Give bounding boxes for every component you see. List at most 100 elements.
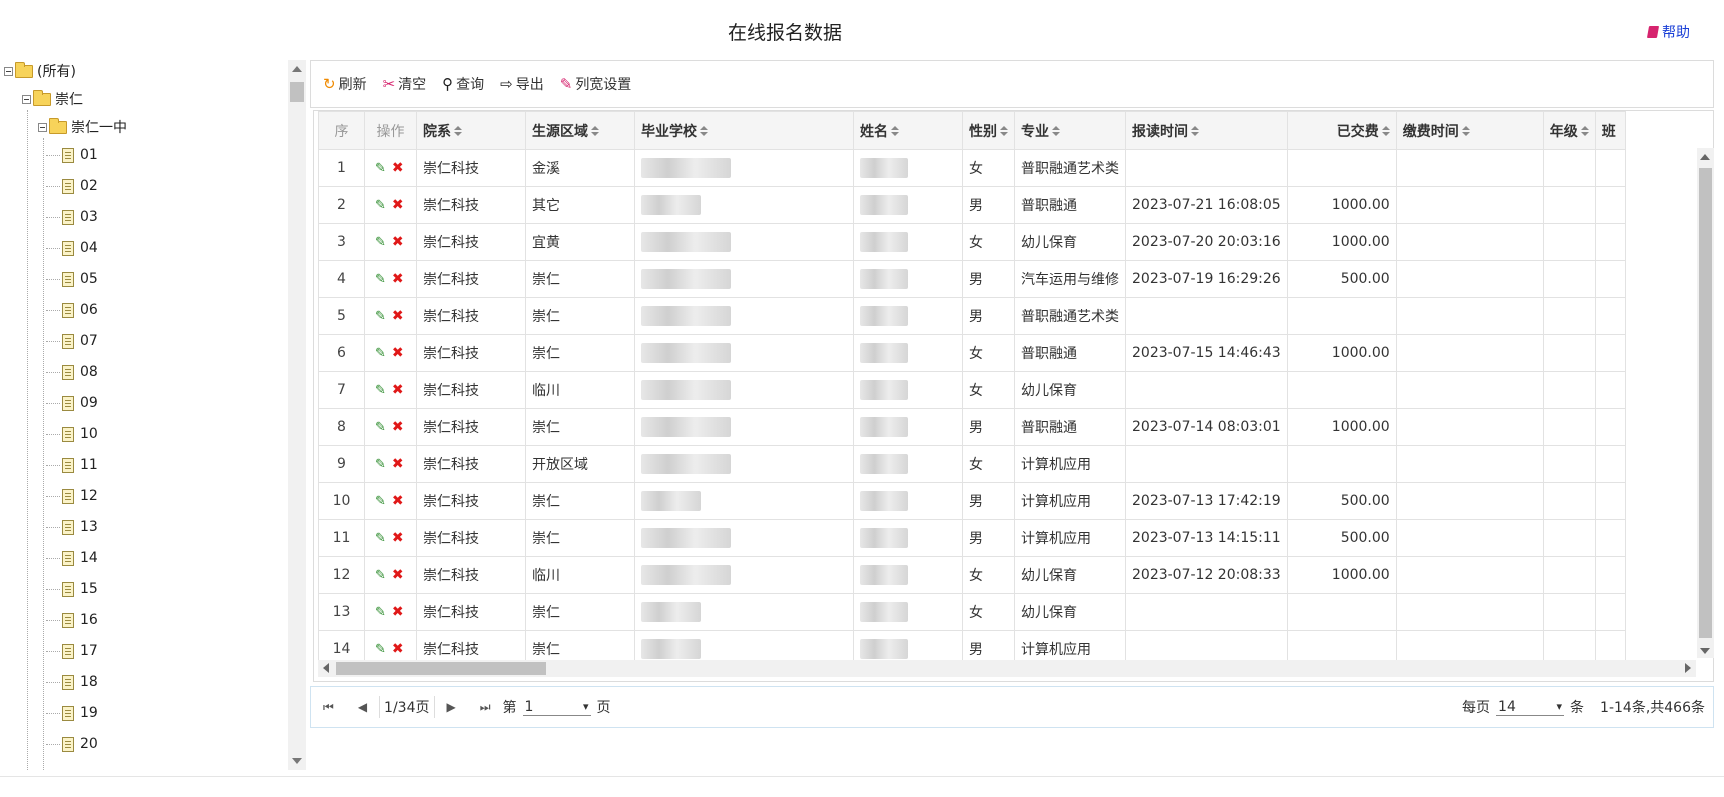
delete-icon[interactable]: ✖ bbox=[392, 345, 404, 361]
help-link[interactable]: 帮助 bbox=[1646, 22, 1690, 42]
tree-node-class[interactable]: 13 bbox=[46, 516, 98, 538]
tree-node-class[interactable]: 02 bbox=[46, 175, 98, 197]
edit-icon[interactable]: ✎ bbox=[375, 235, 386, 250]
grid-horizontal-scrollbar[interactable] bbox=[318, 660, 1696, 677]
tree-node-class[interactable]: 08 bbox=[46, 361, 98, 383]
tree-node-class[interactable]: 16 bbox=[46, 609, 98, 631]
scroll-down-icon[interactable] bbox=[292, 758, 302, 764]
delete-icon[interactable]: ✖ bbox=[392, 530, 404, 546]
edit-icon[interactable]: ✎ bbox=[375, 161, 386, 176]
col-header-region[interactable]: 生源区域 bbox=[525, 111, 635, 150]
edit-icon[interactable]: ✎ bbox=[375, 198, 386, 213]
scroll-down-icon[interactable] bbox=[1700, 648, 1710, 654]
col-header-grade[interactable]: 年级 bbox=[1542, 111, 1596, 150]
delete-icon[interactable]: ✖ bbox=[392, 160, 404, 176]
tree-node-class[interactable]: 15 bbox=[46, 578, 98, 600]
delete-icon[interactable]: ✖ bbox=[392, 197, 404, 213]
table-row[interactable]: 6 ✎ ✖ 崇仁科技 崇仁女普职融通 2023-07-15 14:46:43 1000.00 bbox=[318, 334, 1626, 372]
edit-icon[interactable]: ✎ bbox=[375, 494, 386, 509]
edit-icon[interactable]: ✎ bbox=[375, 346, 386, 361]
tree-node-root[interactable]: (所有) bbox=[4, 60, 76, 82]
col-header-pay-time[interactable]: 缴费时间 bbox=[1395, 111, 1544, 150]
table-row[interactable]: 2 ✎ ✖ 崇仁科技 其它男普职融通 2023-07-21 16:08:05 1000.00 bbox=[318, 186, 1626, 224]
tree-node-class[interactable]: 04 bbox=[46, 237, 98, 259]
tree-node-class[interactable]: 19 bbox=[46, 702, 98, 724]
grid-vertical-scrollbar[interactable] bbox=[1697, 148, 1714, 658]
delete-icon[interactable]: ✖ bbox=[392, 382, 404, 398]
scroll-right-icon[interactable] bbox=[1685, 663, 1691, 673]
query-button[interactable]: ⚲ 查询 bbox=[442, 74, 484, 94]
collapse-icon[interactable] bbox=[4, 66, 13, 76]
delete-icon[interactable]: ✖ bbox=[392, 271, 404, 287]
delete-icon[interactable]: ✖ bbox=[392, 456, 404, 472]
table-row[interactable]: 3 ✎ ✖ 崇仁科技 宜黄女幼儿保育 2023-07-20 20:03:16 1000.00 bbox=[318, 223, 1626, 261]
clear-button[interactable]: ✂ 清空 bbox=[383, 74, 427, 94]
scroll-left-icon[interactable] bbox=[323, 663, 329, 673]
per-page-select[interactable]: 14 ▾ bbox=[1496, 699, 1565, 716]
tree-node-class[interactable]: 03 bbox=[46, 206, 98, 228]
edit-icon[interactable]: ✎ bbox=[375, 309, 386, 324]
first-page-icon[interactable]: ⏮ bbox=[323, 700, 334, 715]
export-button[interactable]: ⇨ 导出 bbox=[500, 74, 544, 94]
prev-page-icon[interactable]: ◀ bbox=[358, 700, 367, 714]
table-row[interactable]: 12 ✎ ✖ 崇仁科技 临川女幼儿保育 2023-07-12 20:08:33 1000.0… bbox=[318, 556, 1626, 594]
tree-node-class[interactable]: 06 bbox=[46, 299, 98, 321]
table-row[interactable]: 8 ✎ ✖ 崇仁科技 崇仁男普职融通 2023-07-14 08:03:01 1000.00 bbox=[318, 408, 1626, 446]
scroll-up-icon[interactable] bbox=[1700, 154, 1710, 160]
tree-node-class[interactable]: 01 bbox=[46, 144, 98, 166]
delete-icon[interactable]: ✖ bbox=[392, 604, 404, 620]
delete-icon[interactable]: ✖ bbox=[392, 493, 404, 509]
collapse-icon[interactable] bbox=[38, 122, 47, 132]
edit-icon[interactable]: ✎ bbox=[375, 457, 386, 472]
edit-icon[interactable]: ✎ bbox=[375, 272, 386, 287]
edit-icon[interactable]: ✎ bbox=[375, 568, 386, 583]
tree-node-level2[interactable]: 崇仁一中 bbox=[38, 116, 127, 138]
refresh-button[interactable]: ↻ 刷新 bbox=[323, 74, 367, 94]
delete-icon[interactable]: ✖ bbox=[392, 234, 404, 250]
table-row[interactable]: 4 ✎ ✖ 崇仁科技 崇仁男汽车运用与维修 2023-07-19 16:29:26 500.… bbox=[318, 260, 1626, 298]
scroll-thumb[interactable] bbox=[1699, 168, 1712, 638]
edit-icon[interactable]: ✎ bbox=[375, 383, 386, 398]
tree-node-level1[interactable]: 崇仁 bbox=[22, 88, 83, 110]
delete-icon[interactable]: ✖ bbox=[392, 641, 404, 657]
table-row[interactable]: 13 ✎ ✖ 崇仁科技 崇仁女幼儿保育 bbox=[318, 593, 1626, 631]
col-header-gender[interactable]: 性别 bbox=[962, 111, 1015, 150]
column-width-button[interactable]: ✎ 列宽设置 bbox=[560, 74, 632, 94]
edit-icon[interactable]: ✎ bbox=[375, 531, 386, 546]
last-page-icon[interactable]: ⏭ bbox=[480, 700, 491, 715]
tree-node-class[interactable]: 11 bbox=[46, 454, 98, 476]
tree-node-class[interactable]: 09 bbox=[46, 392, 98, 414]
table-row[interactable]: 9 ✎ ✖ 崇仁科技 开放区域女计算机应用 bbox=[318, 445, 1626, 483]
table-row[interactable]: 1 ✎ ✖ 崇仁科技 金溪女普职融通艺术类 bbox=[318, 149, 1626, 187]
tree-node-class[interactable]: 17 bbox=[46, 640, 98, 662]
table-row[interactable]: 11 ✎ ✖ 崇仁科技 崇仁男计算机应用 2023-07-13 14:15:11 500.0… bbox=[318, 519, 1626, 557]
table-row[interactable]: 7 ✎ ✖ 崇仁科技 临川女幼儿保育 bbox=[318, 371, 1626, 409]
tree-node-class[interactable]: 20 bbox=[46, 733, 98, 755]
table-row[interactable]: 10 ✎ ✖ 崇仁科技 崇仁男计算机应用 2023-07-13 17:42:19 500.0… bbox=[318, 482, 1626, 520]
edit-icon[interactable]: ✎ bbox=[375, 605, 386, 620]
delete-icon[interactable]: ✖ bbox=[392, 308, 404, 324]
tree-node-class[interactable]: 18 bbox=[46, 671, 98, 693]
tree-scrollbar[interactable] bbox=[288, 60, 306, 770]
col-header-name[interactable]: 姓名 bbox=[853, 111, 963, 150]
col-header-dept[interactable]: 院系 bbox=[416, 111, 526, 150]
tree-node-class[interactable]: 14 bbox=[46, 547, 98, 569]
col-header-paid[interactable]: 已交费 bbox=[1286, 111, 1397, 150]
table-row[interactable]: 5 ✎ ✖ 崇仁科技 崇仁男普职融通艺术类 bbox=[318, 297, 1626, 335]
collapse-icon[interactable] bbox=[22, 94, 31, 104]
tree-node-class[interactable]: 07 bbox=[46, 330, 98, 352]
edit-icon[interactable]: ✎ bbox=[375, 420, 386, 435]
next-page-icon[interactable]: ▶ bbox=[447, 700, 456, 714]
page-select[interactable]: 1 ▾ bbox=[522, 699, 591, 716]
delete-icon[interactable]: ✖ bbox=[392, 419, 404, 435]
col-header-school[interactable]: 毕业学校 bbox=[634, 111, 854, 150]
scroll-thumb[interactable] bbox=[290, 82, 304, 102]
tree-node-class[interactable]: 10 bbox=[46, 423, 98, 445]
edit-icon[interactable]: ✎ bbox=[375, 642, 386, 657]
scroll-thumb[interactable] bbox=[336, 662, 546, 675]
col-header-major[interactable]: 专业 bbox=[1014, 111, 1126, 150]
col-header-class[interactable]: 班 bbox=[1594, 111, 1626, 150]
col-header-reg-time[interactable]: 报读时间 bbox=[1125, 111, 1288, 150]
scroll-up-icon[interactable] bbox=[292, 66, 302, 72]
delete-icon[interactable]: ✖ bbox=[392, 567, 404, 583]
